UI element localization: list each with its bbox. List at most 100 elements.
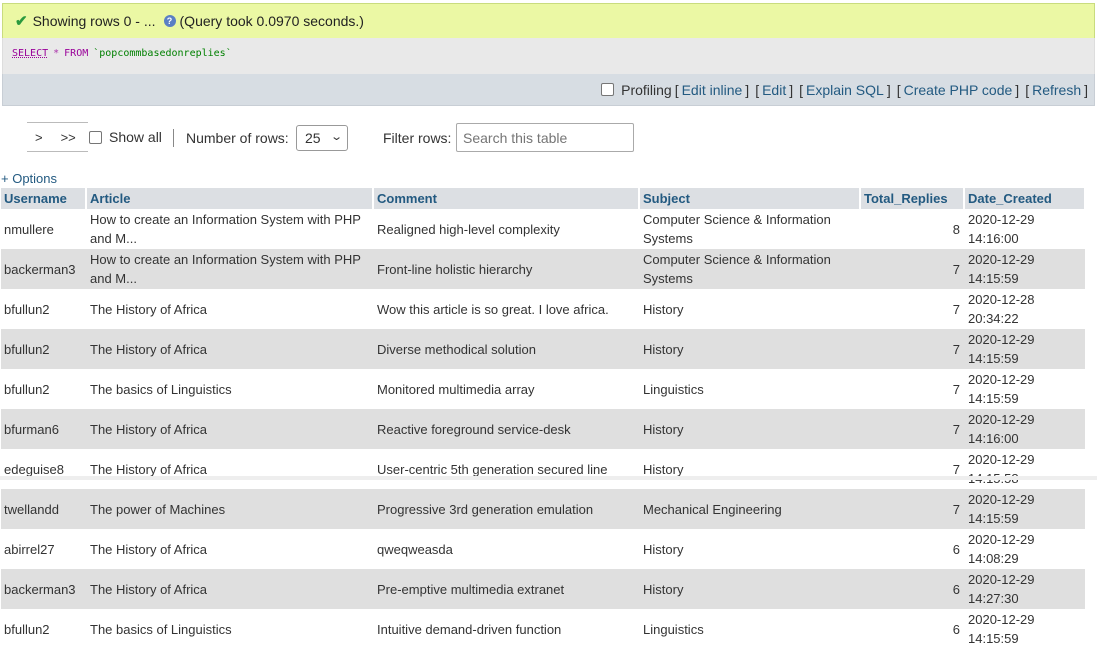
- last-page-button[interactable]: >>: [61, 130, 76, 145]
- cell-article: How to create an Information System with…: [86, 209, 373, 249]
- column-header-date-created[interactable]: Date_Created: [964, 188, 1086, 209]
- cell-article: The History of Africa: [86, 289, 373, 329]
- column-header-subject[interactable]: Subject: [639, 188, 861, 209]
- cell-comment: Realigned high-level complexity: [373, 209, 639, 249]
- cell-subject: History: [639, 569, 860, 609]
- cell-comment: Wow this article is so great. I love afr…: [373, 289, 639, 329]
- cell-article: The History of Africa: [86, 329, 373, 369]
- cell-comment: User-centric 5th generation secured line: [373, 449, 639, 489]
- cell-date-created: 2020-12-29 14:15:59: [964, 249, 1085, 289]
- edit-inline-link[interactable]: Edit inline: [682, 82, 743, 98]
- cell-comment: Monitored multimedia array: [373, 369, 639, 409]
- cell-article: The History of Africa: [86, 569, 373, 609]
- cell-date-created: 2020-12-28 20:34:22: [964, 289, 1085, 329]
- rows-shown-message: Showing rows 0 - ...: [32, 13, 156, 29]
- cell-date-created: 2020-12-29 14:27:30: [964, 569, 1085, 609]
- column-header-username[interactable]: Username: [1, 188, 87, 209]
- cell-date-created: 2020-12-29 14:15:59: [964, 369, 1085, 409]
- cell-total-replies: 7: [860, 249, 964, 289]
- table-row[interactable]: bfullun2 The History of Africa Wow this …: [1, 289, 1085, 329]
- column-header-article[interactable]: Article: [86, 188, 374, 209]
- table-row[interactable]: bfullun2 The basics of Linguistics Monit…: [1, 369, 1085, 409]
- table-row[interactable]: twellandd The power of Machines Progress…: [1, 489, 1085, 529]
- cell-total-replies: 7: [860, 409, 964, 449]
- refresh-link[interactable]: Refresh: [1032, 82, 1081, 98]
- table-row[interactable]: backerman3 How to create an Information …: [1, 249, 1085, 289]
- cell-article: How to create an Information System with…: [86, 249, 373, 289]
- cell-username: twellandd: [1, 489, 86, 529]
- filter-rows-label: Filter rows:: [383, 130, 452, 146]
- pagination-nav: > >>: [27, 122, 88, 152]
- cell-username: abirrel27: [1, 529, 86, 569]
- cell-username: backerman3: [1, 249, 86, 289]
- cell-total-replies: 7: [860, 289, 964, 329]
- cell-date-created: 2020-12-29 14:15:59: [964, 609, 1085, 649]
- cell-subject: Mechanical Engineering: [639, 489, 860, 529]
- cell-subject: History: [639, 289, 860, 329]
- cell-username: bfullun2: [1, 609, 86, 649]
- sql-query-box[interactable]: SELECT * FROM `popcommbasedonreplies`: [2, 38, 1095, 74]
- cell-date-created: 2020-12-29 14:15:58: [964, 449, 1085, 489]
- query-toolbar: Profiling [Edit inline] [Edit] [Explain …: [2, 74, 1095, 106]
- table-row[interactable]: abirrel27 The History of Africa qweqweas…: [1, 529, 1085, 569]
- horizontal-scrollbar[interactable]: [0, 476, 1097, 480]
- cell-total-replies: 6: [860, 569, 964, 609]
- cell-date-created: 2020-12-29 14:15:59: [964, 329, 1085, 369]
- cell-article: The basics of Linguistics: [86, 609, 373, 649]
- next-page-button[interactable]: >: [35, 130, 43, 145]
- sql-select-keyword[interactable]: SELECT: [12, 48, 48, 59]
- table-row[interactable]: backerman3 The History of Africa Pre-emp…: [1, 569, 1085, 609]
- cell-date-created: 2020-12-29 14:16:00: [964, 409, 1085, 449]
- sql-from-keyword: FROM: [64, 48, 89, 59]
- show-all-control: Show all: [89, 129, 162, 145]
- column-header-total-replies[interactable]: Total_Replies: [860, 188, 965, 209]
- cell-date-created: 2020-12-29 14:15:59: [964, 489, 1085, 529]
- table-row[interactable]: nmullere How to create an Information Sy…: [1, 209, 1085, 249]
- explain-sql-link[interactable]: Explain SQL: [806, 82, 884, 98]
- cell-total-replies: 7: [860, 369, 964, 409]
- sql-table-name: `popcommbasedonreplies`: [93, 48, 232, 59]
- cell-article: The History of Africa: [86, 449, 373, 489]
- options-link[interactable]: + Options: [1, 171, 57, 186]
- cell-comment: Progressive 3rd generation emulation: [373, 489, 639, 529]
- cell-subject: Linguistics: [639, 609, 860, 649]
- number-of-rows-value: 25: [305, 130, 321, 146]
- number-of-rows-select[interactable]: 25 ⌄: [296, 125, 348, 151]
- cell-comment: Intuitive demand-driven function: [373, 609, 639, 649]
- cell-subject: Linguistics: [639, 369, 860, 409]
- cell-total-replies: 8: [860, 209, 964, 249]
- cell-subject: Computer Science & Information Systems: [639, 249, 860, 289]
- table-header-row: Username Article Comment Subject Total_R…: [1, 188, 1086, 209]
- cell-username: edeguise8: [1, 449, 86, 489]
- table-row[interactable]: bfurman6 The History of Africa Reactive …: [1, 409, 1085, 449]
- cell-comment: Pre-emptive multimedia extranet: [373, 569, 639, 609]
- show-all-checkbox[interactable]: [89, 130, 102, 144]
- create-php-code-link[interactable]: Create PHP code: [904, 82, 1013, 98]
- column-header-comment[interactable]: Comment: [373, 188, 640, 209]
- documentation-icon[interactable]: ?: [163, 15, 176, 27]
- cell-article: The History of Africa: [86, 409, 373, 449]
- cell-comment: Front-line holistic hierarchy: [373, 249, 639, 289]
- cell-subject: History: [639, 529, 860, 569]
- table-row[interactable]: bfullun2 The History of Africa Diverse m…: [1, 329, 1085, 369]
- show-all-label[interactable]: Show all: [109, 129, 162, 145]
- cell-subject: Computer Science & Information Systems: [639, 209, 860, 249]
- divider: [173, 129, 174, 147]
- chevron-down-icon: ⌄: [329, 131, 343, 143]
- cell-date-created: 2020-12-29 14:16:00: [964, 209, 1085, 249]
- cell-username: bfurman6: [1, 409, 86, 449]
- table-row[interactable]: edeguise8 The History of Africa User-cen…: [1, 449, 1085, 489]
- cell-username: bfullun2: [1, 289, 86, 329]
- table-row[interactable]: bfullun2 The basics of Linguistics Intui…: [1, 609, 1085, 649]
- cell-subject: History: [639, 449, 860, 489]
- cell-subject: History: [639, 409, 860, 449]
- cell-comment: qweqweasda: [373, 529, 639, 569]
- profiling-checkbox[interactable]: [601, 83, 615, 96]
- sql-star: *: [53, 48, 60, 59]
- cell-article: The History of Africa: [86, 529, 373, 569]
- cell-date-created: 2020-12-29 14:08:29: [964, 529, 1085, 569]
- filter-rows-input[interactable]: Search this table: [456, 123, 634, 152]
- number-of-rows-label: Number of rows:: [186, 130, 289, 146]
- edit-link[interactable]: Edit: [762, 82, 786, 98]
- cell-username: bfullun2: [1, 369, 86, 409]
